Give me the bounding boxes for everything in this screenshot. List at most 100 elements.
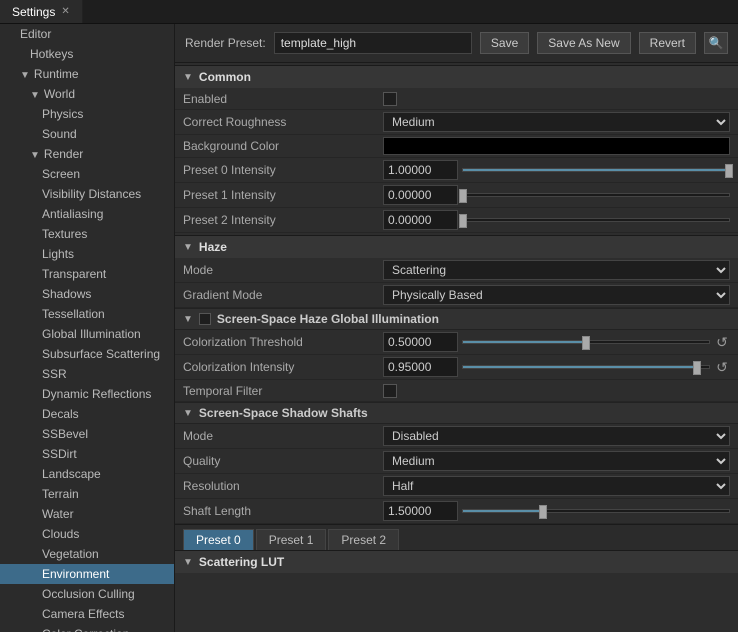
sidebar-item-color-correction[interactable]: Color Correction <box>0 624 174 632</box>
prop-preset2-label: Preset 2 Intensity <box>183 213 383 227</box>
revert-button[interactable]: Revert <box>639 32 696 54</box>
correct-roughness-select[interactable]: Medium Low High <box>383 112 730 132</box>
sidebar-item-antialiasing[interactable]: Antialiasing <box>0 204 174 224</box>
sidebar-item-occlusion-culling[interactable]: Occlusion Culling <box>0 584 174 604</box>
sidebar-item-render[interactable]: ▼Render <box>0 144 174 164</box>
screen-space-haze-arrow-icon: ▼ <box>183 314 193 325</box>
preset0-slider-track[interactable] <box>462 168 730 172</box>
sidebar-item-camera-effects[interactable]: Camera Effects <box>0 604 174 624</box>
prop-colorization-intensity: Colorization Intensity ↺ <box>175 355 738 380</box>
gradient-mode-select[interactable]: Physically Based Simple <box>383 285 730 305</box>
sidebar-item-ssr[interactable]: SSR <box>0 364 174 384</box>
sidebar-item-runtime[interactable]: ▼Runtime <box>0 64 174 84</box>
preset-label: Render Preset: <box>185 36 266 50</box>
prop-preset0-label: Preset 0 Intensity <box>183 163 383 177</box>
shadow-mode-select[interactable]: Disabled Enabled <box>383 426 730 446</box>
background-color-swatch[interactable] <box>383 137 730 155</box>
sidebar-item-subsurface-scattering[interactable]: Subsurface Scattering <box>0 344 174 364</box>
sidebar-item-tessellation[interactable]: Tessellation <box>0 304 174 324</box>
sidebar-label-terrain: Terrain <box>42 487 79 501</box>
sidebar-item-sound[interactable]: Sound <box>0 124 174 144</box>
tab-preset1[interactable]: Preset 1 <box>256 529 327 550</box>
screen-space-haze-checkbox[interactable] <box>199 313 211 325</box>
tree-toggle-world: ▼ <box>30 90 40 101</box>
sidebar-label-color-correction: Color Correction <box>42 627 129 632</box>
sidebar-label-landscape: Landscape <box>42 467 101 481</box>
colorization-threshold-input[interactable] <box>383 332 458 352</box>
prop-mode: Mode Scattering None <box>175 258 738 283</box>
tab-preset0[interactable]: Preset 0 <box>183 529 254 550</box>
shaft-length-input[interactable] <box>383 501 458 521</box>
sidebar-item-screen[interactable]: Screen <box>0 164 174 184</box>
colorization-intensity-input[interactable] <box>383 357 458 377</box>
sidebar-item-ssdirt[interactable]: SSDirt <box>0 444 174 464</box>
sidebar-item-textures[interactable]: Textures <box>0 224 174 244</box>
sidebar-item-transparent[interactable]: Transparent <box>0 264 174 284</box>
sidebar-item-decals[interactable]: Decals <box>0 404 174 424</box>
shadow-shafts-header[interactable]: ▼ Screen-Space Shadow Shafts <box>175 402 738 424</box>
sidebar-label-hotkeys: Hotkeys <box>30 47 73 61</box>
sidebar: EditorHotkeys▼Runtime▼WorldPhysicsSound▼… <box>0 24 175 632</box>
prop-preset2-intensity: Preset 2 Intensity <box>175 208 738 233</box>
sidebar-item-environment[interactable]: Environment <box>0 564 174 584</box>
sidebar-item-visibility-distances[interactable]: Visibility Distances <box>0 184 174 204</box>
temporal-filter-checkbox[interactable] <box>383 384 397 398</box>
screen-space-haze-header[interactable]: ▼ Screen-Space Haze Global Illumination <box>175 308 738 330</box>
sidebar-item-shadows[interactable]: Shadows <box>0 284 174 304</box>
preset-input[interactable] <box>274 32 472 54</box>
save-button[interactable]: Save <box>480 32 529 54</box>
prop-shadow-mode-label: Mode <box>183 429 383 443</box>
prop-background-color: Background Color <box>175 135 738 158</box>
sidebar-item-dynamic-reflections[interactable]: Dynamic Reflections <box>0 384 174 404</box>
sidebar-item-editor[interactable]: Editor <box>0 24 174 44</box>
haze-arrow-icon: ▼ <box>183 242 193 253</box>
preset1-slider-track[interactable] <box>462 193 730 197</box>
common-section-title: Common <box>199 70 251 84</box>
sidebar-item-landscape[interactable]: Landscape <box>0 464 174 484</box>
search-icon-button[interactable]: 🔍 <box>704 32 728 54</box>
prop-colorization-intensity-label: Colorization Intensity <box>183 360 383 374</box>
shadow-resolution-select[interactable]: Half Full <box>383 476 730 496</box>
sidebar-item-terrain[interactable]: Terrain <box>0 484 174 504</box>
preset2-value-input[interactable] <box>383 210 458 230</box>
sidebar-label-lights: Lights <box>42 247 74 261</box>
prop-shaft-length-label: Shaft Length <box>183 504 383 518</box>
sidebar-label-screen: Screen <box>42 167 80 181</box>
shadow-quality-select[interactable]: Medium Low High <box>383 451 730 471</box>
sidebar-item-clouds[interactable]: Clouds <box>0 524 174 544</box>
shaft-length-slider[interactable] <box>462 509 730 513</box>
common-section-header[interactable]: ▼ Common <box>175 65 738 88</box>
preset1-value-input[interactable] <box>383 185 458 205</box>
enabled-checkbox[interactable] <box>383 92 397 106</box>
sidebar-label-vegetation: Vegetation <box>42 547 99 561</box>
tab-settings[interactable]: Settings ✕ <box>0 0 83 23</box>
tab-settings-close[interactable]: ✕ <box>61 6 69 17</box>
sidebar-item-physics[interactable]: Physics <box>0 104 174 124</box>
sidebar-item-water[interactable]: Water <box>0 504 174 524</box>
sidebar-item-hotkeys[interactable]: Hotkeys <box>0 44 174 64</box>
sidebar-item-vegetation[interactable]: Vegetation <box>0 544 174 564</box>
prop-shadow-resolution-label: Resolution <box>183 479 383 493</box>
haze-section-header[interactable]: ▼ Haze <box>175 235 738 258</box>
save-as-new-button[interactable]: Save As New <box>537 32 630 54</box>
sidebar-item-global-illumination[interactable]: Global Illumination <box>0 324 174 344</box>
sidebar-item-ssbevel[interactable]: SSBevel <box>0 424 174 444</box>
scattering-lut-header[interactable]: ▼ Scattering LUT <box>175 550 738 573</box>
sidebar-label-world: World <box>44 87 75 101</box>
colorization-threshold-slider[interactable] <box>462 340 710 344</box>
sidebar-item-world[interactable]: ▼ World <box>0 84 174 104</box>
prop-shadow-quality: Quality Medium Low High <box>175 449 738 474</box>
haze-section-title: Haze <box>199 240 227 254</box>
sidebar-item-lights[interactable]: Lights <box>0 244 174 264</box>
mode-select[interactable]: Scattering None <box>383 260 730 280</box>
tab-preset2[interactable]: Preset 2 <box>328 529 399 550</box>
prop-enabled: Enabled <box>175 88 738 110</box>
colorization-threshold-reset[interactable]: ↺ <box>714 334 730 351</box>
preset0-value-input[interactable] <box>383 160 458 180</box>
prop-enabled-label: Enabled <box>183 92 383 106</box>
colorization-intensity-slider[interactable] <box>462 365 710 369</box>
colorization-intensity-reset[interactable]: ↺ <box>714 359 730 376</box>
preset2-slider-track[interactable] <box>462 218 730 222</box>
prop-background-color-label: Background Color <box>183 139 383 153</box>
sidebar-label-clouds: Clouds <box>42 527 79 541</box>
